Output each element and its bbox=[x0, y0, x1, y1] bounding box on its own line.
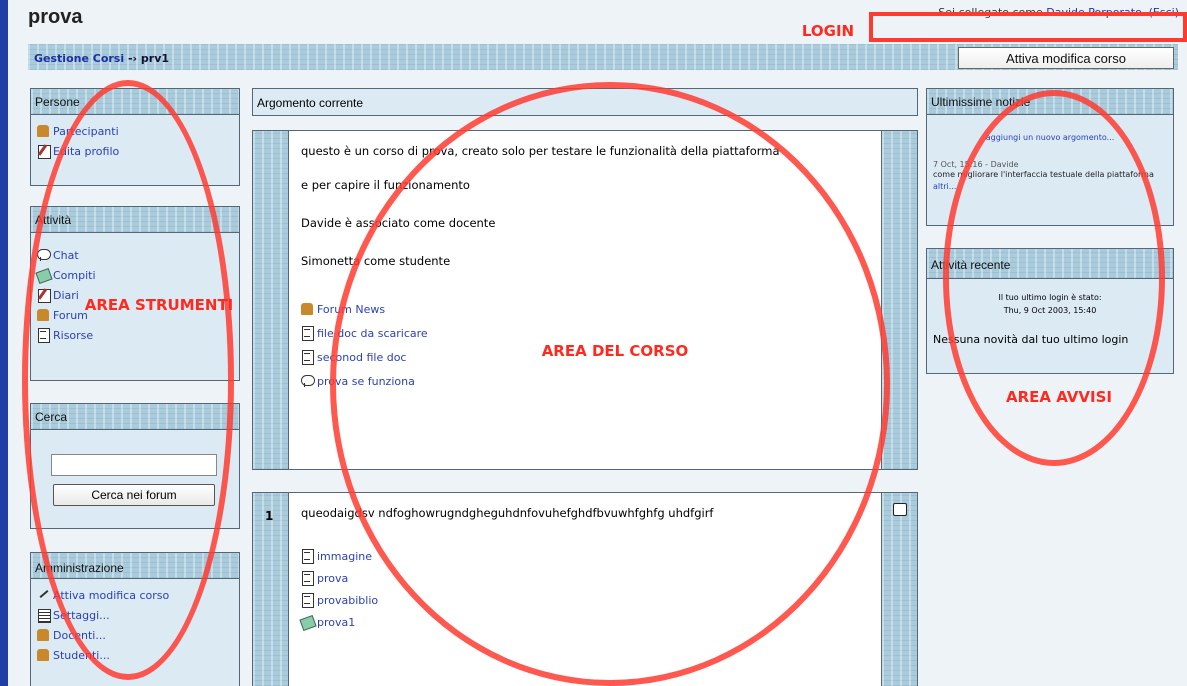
section-right-margin bbox=[881, 493, 917, 686]
search-input[interactable] bbox=[51, 454, 217, 476]
last-login-label: Il tuo ultimo login è stato: bbox=[998, 293, 1102, 302]
more-news-link[interactable]: altri... bbox=[933, 182, 956, 191]
section-paragraph: Davide è associato come docente bbox=[301, 216, 496, 230]
page-header: prova Sei collegato come Davide Porporat… bbox=[8, 0, 1187, 82]
administration-block: Amministrazione Attiva modifica corso Se… bbox=[30, 552, 240, 686]
last-login-date: Thu, 9 Oct 2003, 15:40 bbox=[1003, 306, 1097, 315]
resource-link[interactable]: prova bbox=[301, 567, 869, 589]
settings-link[interactable]: Settaggi... bbox=[37, 605, 233, 625]
resource-link[interactable]: provabiblio bbox=[301, 589, 869, 611]
participants-link[interactable]: Partecipanti bbox=[37, 121, 233, 141]
latest-news-block: Ultimissime notizie aggiungi un nuovo ar… bbox=[926, 88, 1174, 226]
page-left-border bbox=[0, 0, 8, 686]
edit-profile-link[interactable]: Edita profilo bbox=[37, 141, 233, 161]
search-forums-button[interactable]: Cerca nei forum bbox=[53, 484, 215, 506]
activities-block: Attività Chat Compiti Diari Forum Risors… bbox=[30, 206, 240, 381]
journal-icon bbox=[37, 288, 51, 303]
journals-link[interactable]: Diari bbox=[37, 285, 233, 305]
current-topic-header: Argomento corrente bbox=[252, 88, 918, 116]
people-block: Persone Partecipanti Edita profilo bbox=[30, 88, 240, 186]
resource-link[interactable]: Forum News bbox=[301, 297, 869, 321]
administration-block-title: Amministrazione bbox=[31, 553, 239, 579]
chat-link[interactable]: Chat bbox=[37, 245, 233, 265]
chat-icon bbox=[37, 248, 51, 262]
section-right-margin bbox=[881, 131, 917, 469]
edit-course-button[interactable]: Attiva modifica corso bbox=[958, 47, 1174, 69]
course-section-1: 1 queodaigdsv ndfoghowrugndgheguhdnfovuh… bbox=[252, 492, 918, 686]
forum-icon bbox=[37, 308, 50, 322]
document-icon bbox=[301, 326, 314, 341]
students-link[interactable]: Studenti... bbox=[37, 645, 233, 665]
resource-icon bbox=[37, 328, 50, 343]
section-paragraph: queodaigdsv ndfoghowrugndgheguhdnfovuhef… bbox=[301, 506, 714, 520]
document-icon bbox=[301, 593, 314, 608]
section-paragraph: e per capire il funzionamento bbox=[301, 178, 470, 192]
user-link[interactable]: Davide Porporato. bbox=[1046, 6, 1145, 19]
assignment-icon bbox=[37, 268, 50, 282]
resource-link[interactable]: prova se funziona bbox=[301, 369, 869, 393]
people-icon bbox=[37, 124, 50, 138]
news-meta: 7 Oct, 15:16 - Davide bbox=[933, 160, 1019, 169]
teachers-icon bbox=[37, 628, 50, 642]
wand-icon bbox=[37, 588, 50, 602]
breadcrumb-current: prv1 bbox=[140, 52, 170, 65]
forum-link[interactable]: Forum bbox=[37, 305, 233, 325]
assignment-icon bbox=[301, 615, 314, 629]
breadcrumb-separator: -› bbox=[127, 52, 138, 65]
resource-link[interactable]: prova1 bbox=[301, 611, 869, 633]
resource-link[interactable]: immagine bbox=[301, 545, 869, 567]
admin-edit-course-link[interactable]: Attiva modifica corso bbox=[37, 585, 233, 605]
chat-icon bbox=[301, 374, 315, 388]
document-icon bbox=[301, 549, 314, 564]
breadcrumb: Gestione Corsi -› prv1 bbox=[34, 52, 169, 65]
document-icon bbox=[301, 571, 314, 586]
course-section-0: questo è un corso di prova, creato solo … bbox=[252, 130, 918, 470]
document-icon bbox=[301, 350, 314, 365]
section-0-content: questo è un corso di prova, creato solo … bbox=[289, 131, 881, 469]
activities-block-title: Attività bbox=[31, 207, 239, 233]
settings-icon bbox=[37, 608, 51, 623]
profile-icon bbox=[37, 144, 51, 159]
current-topic-title: Argomento corrente bbox=[257, 96, 364, 110]
login-info: Sei collegato come Davide Porporato. (Es… bbox=[938, 6, 1179, 19]
news-text: come migliorare l'interfaccia testuale d… bbox=[933, 170, 1154, 179]
section-left-margin bbox=[253, 131, 289, 469]
forum-icon bbox=[301, 302, 314, 316]
add-topic-link[interactable]: aggiungi un nuovo argomento... bbox=[933, 133, 1167, 142]
navbar: Gestione Corsi -› prv1 Attiva modifica c… bbox=[28, 44, 1178, 70]
highlight-checkbox-icon[interactable] bbox=[893, 503, 907, 516]
resource-link[interactable]: seconod file doc bbox=[301, 345, 869, 369]
notices-area-annotation: AREA AVVISI bbox=[1005, 388, 1112, 406]
assignments-link[interactable]: Compiti bbox=[37, 265, 233, 285]
section-number: 1 bbox=[265, 509, 274, 523]
teachers-link[interactable]: Docenti... bbox=[37, 625, 233, 645]
section-left-margin: 1 bbox=[253, 493, 289, 686]
breadcrumb-root[interactable]: Gestione Corsi bbox=[34, 52, 124, 65]
students-icon bbox=[37, 648, 50, 662]
search-block: Cerca Cerca nei forum bbox=[30, 403, 240, 529]
people-block-title: Persone bbox=[31, 89, 239, 115]
section-1-content: queodaigdsv ndfoghowrugndgheguhdnfovuhef… bbox=[289, 493, 881, 686]
latest-news-title: Ultimissime notizie bbox=[927, 89, 1173, 115]
no-news-text: Nessuna novità dal tuo ultimo login bbox=[933, 333, 1129, 346]
search-block-title: Cerca bbox=[31, 404, 239, 430]
logout-link[interactable]: (Esci) bbox=[1149, 6, 1179, 19]
section-paragraph: questo è un corso di prova, creato solo … bbox=[301, 144, 780, 158]
section-paragraph: Simonetta come studente bbox=[301, 254, 451, 268]
recent-activity-title: Attività recente bbox=[927, 249, 1173, 279]
login-text: Sei collegato come bbox=[938, 6, 1043, 19]
news-item: come migliorare l'interfaccia testuale d… bbox=[933, 169, 1167, 193]
resources-link[interactable]: Risorse bbox=[37, 325, 233, 345]
recent-activity-block: Attività recente Il tuo ultimo login è s… bbox=[926, 248, 1174, 374]
resource-link[interactable]: file doc da scaricare bbox=[301, 321, 869, 345]
site-title: prova bbox=[28, 6, 83, 28]
